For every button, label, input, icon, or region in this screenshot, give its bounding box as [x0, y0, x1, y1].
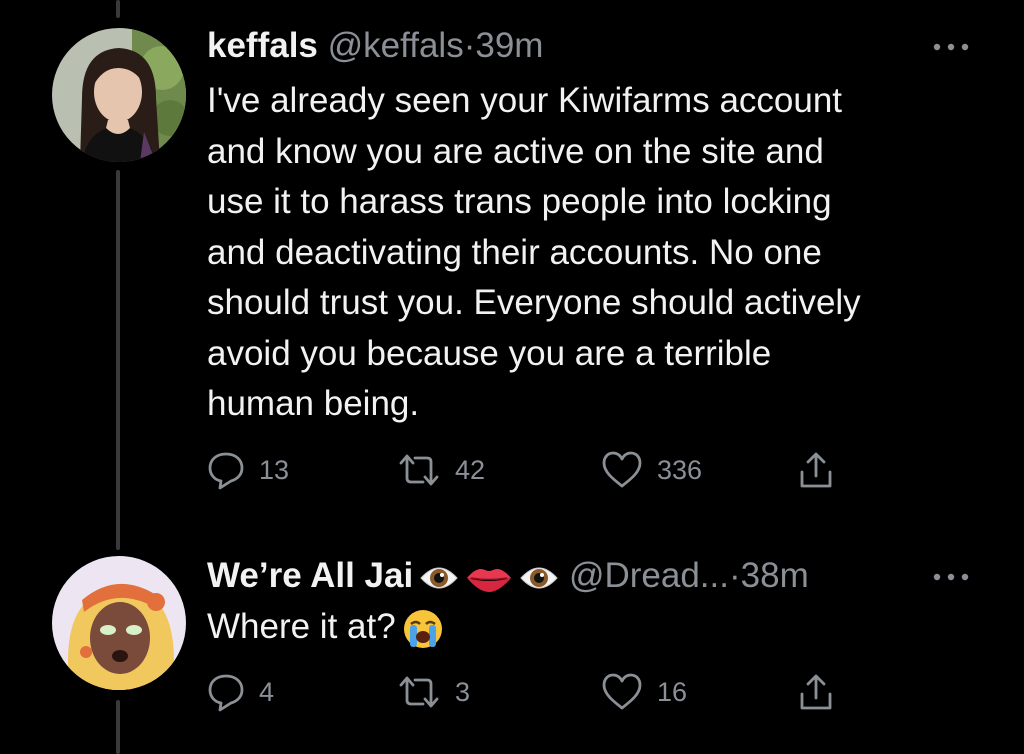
retweet-count: 42 — [455, 454, 486, 485]
reply-icon — [207, 672, 245, 712]
thread-line-bottom — [116, 700, 120, 754]
like-count: 16 — [657, 676, 688, 707]
retweet-count: 3 — [455, 676, 471, 707]
tweet-header: We’re All Jai @Dread...·38m — [207, 556, 809, 596]
tweet-text-content: Where it at? — [207, 607, 396, 646]
eye-emoji — [519, 562, 559, 594]
thread-line-connector — [116, 170, 120, 550]
lips-emoji — [465, 562, 513, 594]
like-button[interactable]: 336 — [601, 450, 702, 490]
tweet-text-line: I've already seen your Kiwifarms account — [207, 81, 843, 120]
retweet-icon — [397, 672, 441, 712]
reply-count: 4 — [259, 676, 275, 707]
user-handle[interactable]: @keffals — [328, 26, 464, 65]
like-button[interactable]: 16 — [601, 672, 687, 712]
timestamp[interactable]: 38m — [741, 556, 809, 595]
separator-dot: · — [728, 556, 741, 595]
retweet-icon — [397, 450, 441, 490]
tweet-text: Where it at? — [207, 602, 987, 653]
share-button[interactable] — [797, 450, 835, 490]
tweet-text-line: should trust you. Everyone should active… — [207, 283, 861, 322]
share-button[interactable] — [797, 672, 835, 712]
tweet-text-line: avoid you because you are a terrible — [207, 333, 772, 373]
avatar[interactable] — [52, 556, 186, 690]
display-name[interactable]: keffals — [207, 26, 318, 65]
tweet-text: I've already seen your Kiwifarms account… — [207, 76, 987, 430]
more-options-icon[interactable] — [931, 571, 971, 583]
like-icon — [601, 672, 643, 712]
tweet-text-line: Where it at? — [207, 602, 987, 653]
share-icon — [797, 672, 835, 712]
separator-dot: · — [463, 26, 476, 65]
thread-line-top — [116, 0, 120, 18]
reply-count: 13 — [259, 454, 290, 485]
tweet-text-line: use it to harass trans people into locki… — [207, 182, 832, 221]
timestamp[interactable]: 39m — [475, 26, 543, 65]
share-icon — [797, 450, 835, 490]
tweet-text-line: and deactivating their accounts. No one — [207, 232, 822, 272]
more-options-icon[interactable] — [931, 41, 971, 53]
loudly-crying-face-emoji — [402, 608, 444, 650]
avatar[interactable] — [52, 28, 186, 162]
reply-button[interactable]: 4 — [207, 672, 274, 712]
like-count: 336 — [657, 454, 703, 485]
retweet-button[interactable]: 42 — [397, 450, 485, 490]
tweet-header: keffals @keffals·39m — [207, 26, 543, 66]
eye-emoji — [419, 562, 459, 594]
tweet-text-line: human being. — [207, 384, 420, 423]
like-icon — [601, 450, 643, 490]
user-handle[interactable]: @Dread... — [569, 556, 729, 595]
display-name[interactable]: We’re All Jai — [207, 556, 413, 595]
retweet-button[interactable]: 3 — [397, 672, 470, 712]
reply-icon — [207, 450, 245, 490]
tweet-text-line: and know you are active on the site and — [207, 131, 824, 171]
reply-button[interactable]: 13 — [207, 450, 289, 490]
